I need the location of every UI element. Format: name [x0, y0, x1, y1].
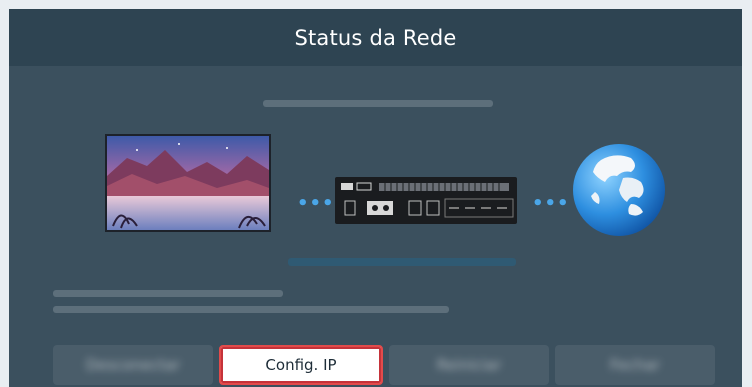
disconnect-button-label: Desconectar	[85, 356, 181, 374]
close-button[interactable]: Fechar	[555, 345, 715, 385]
progress-placeholder	[288, 258, 516, 266]
connect-box-icon	[335, 177, 517, 224]
title-bar: Status da Rede	[9, 9, 742, 66]
info-text-placeholder-2	[53, 306, 449, 313]
retry-button[interactable]: Reiniciar	[389, 345, 549, 385]
retry-button-label: Reiniciar	[436, 356, 502, 374]
close-button-label: Fechar	[609, 356, 661, 374]
status-text-placeholder	[263, 100, 493, 107]
ip-settings-button-label: Config. IP	[265, 356, 337, 374]
network-status-window: Status da Rede ••• ••• Desconectar Confi…	[9, 9, 742, 387]
connection-dots: •••	[532, 193, 570, 214]
globe-icon	[571, 142, 667, 238]
info-text-placeholder-1	[53, 290, 283, 297]
tv-icon	[105, 134, 271, 232]
window-title: Status da Rede	[294, 25, 457, 50]
button-row: Desconectar Config. IP Reiniciar Fechar	[53, 345, 715, 387]
disconnect-button[interactable]: Desconectar	[53, 345, 213, 385]
ip-settings-button[interactable]: Config. IP	[219, 345, 383, 385]
connection-dots: •••	[297, 193, 335, 214]
